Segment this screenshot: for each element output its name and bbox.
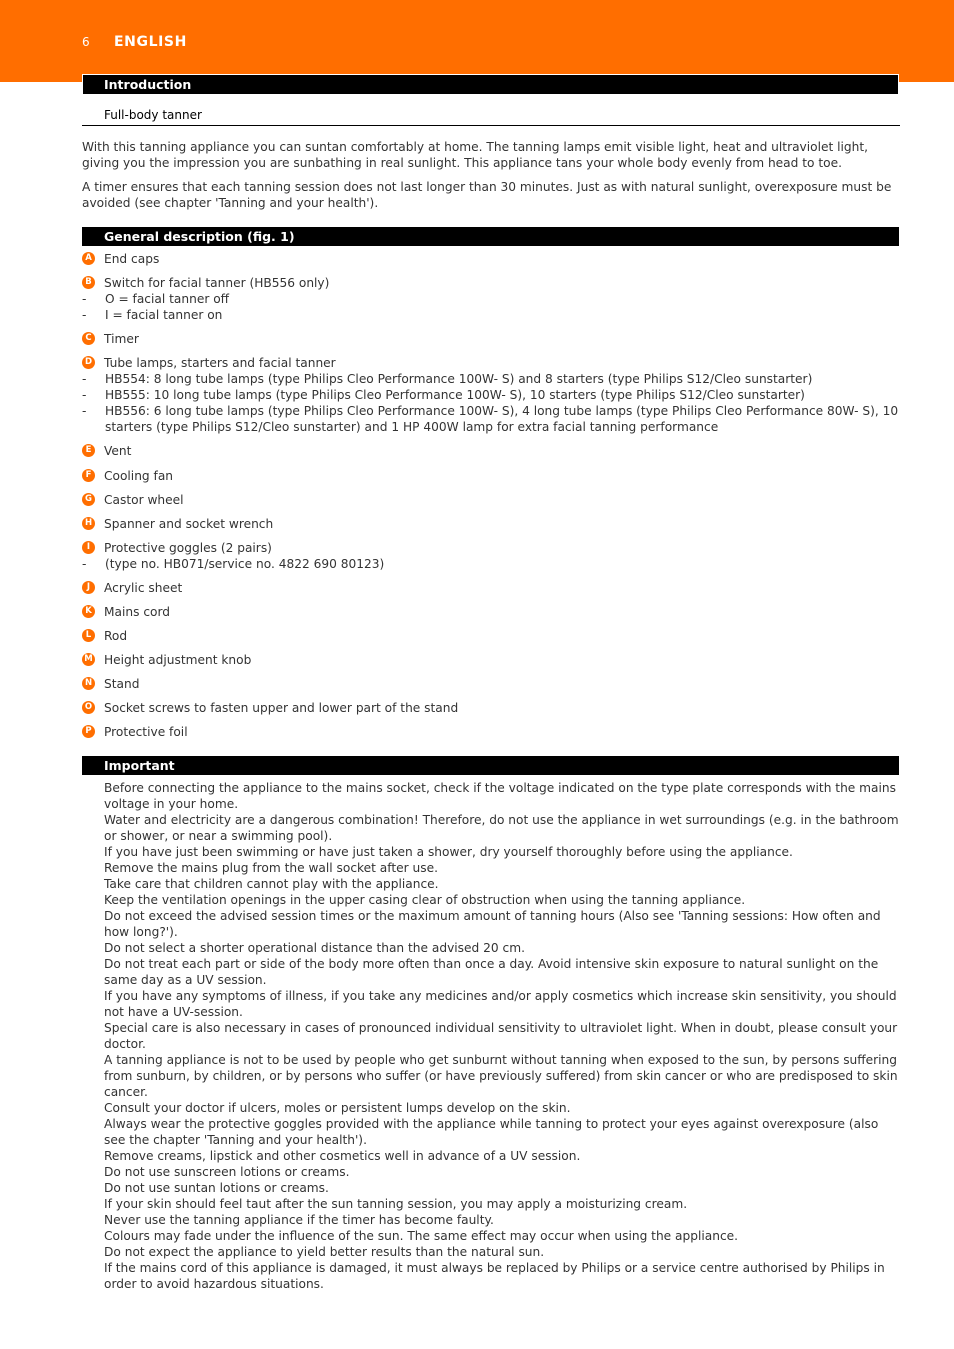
section-heading-introduction: Introduction [82, 74, 899, 95]
letter-badge-icon: L [82, 629, 95, 642]
part-label: Spanner and socket wrench [104, 517, 274, 531]
important-list: Before connecting the appliance to the m… [104, 780, 901, 1292]
intro-paragraph: A timer ensures that each tanning sessio… [82, 180, 892, 210]
parts-list-item: P Protective foil [82, 724, 900, 740]
parts-list-item: B Switch for facial tanner (HB556 only) [82, 275, 900, 291]
parts-list-item: E Vent [82, 443, 900, 459]
letter-badge-icon: O [82, 701, 95, 714]
parts-list-item: C Timer [82, 331, 900, 347]
important-item: Take care that children cannot play with… [104, 877, 439, 891]
important-item: Keep the ventilation openings in the upp… [104, 893, 746, 907]
letter-badge-icon: P [82, 725, 95, 738]
page-number: 6 [82, 35, 90, 49]
parts-list-item: H Spanner and socket wrench [82, 516, 900, 532]
important-item: Never use the tanning appliance if the t… [104, 1213, 494, 1227]
dash-bullet-icon: - [82, 308, 87, 322]
letter-badge-icon: M [82, 653, 95, 666]
part-label: Switch for facial tanner (HB556 only) [104, 276, 330, 290]
part-sub-item: - HB554: 8 long tube lamps (type Philips … [82, 371, 900, 387]
important-item: Do not select a shorter operational dist… [104, 941, 525, 955]
section-heading-general-description: General description (fig. 1) [82, 227, 899, 246]
section-heading-important: Important [82, 756, 899, 775]
parts-list-item: O Socket screws to fasten upper and lower… [82, 700, 900, 716]
part-label: Castor wheel [104, 493, 184, 507]
letter-badge-icon: E [82, 444, 95, 457]
important-item: If the mains cord of this appliance is d… [104, 1261, 885, 1291]
letter-badge-icon: B [82, 276, 95, 289]
important-item: Do not use suntan lotions or creams. [104, 1181, 329, 1195]
dash-bullet-icon: - [82, 388, 87, 402]
part-label: Protective goggles (2 pairs) [104, 541, 272, 555]
part-label: Cooling fan [104, 469, 174, 483]
important-item: Remove the mains plug from the wall sock… [104, 861, 438, 875]
part-label: Stand [104, 677, 140, 691]
part-label: Rod [104, 629, 128, 643]
letter-badge-icon: K [82, 605, 95, 618]
letter-badge-icon: H [82, 517, 95, 530]
important-item: Special care is also necessary in cases … [104, 1021, 898, 1051]
dash-bullet-icon: - [82, 372, 87, 386]
part-sub-item: - I = facial tanner on [82, 307, 900, 323]
part-label: Mains cord [104, 605, 171, 619]
part-label: Timer [104, 332, 139, 346]
parts-list-item: N Stand [82, 676, 900, 692]
part-label: Protective foil [104, 725, 188, 739]
part-label: Socket screws to fasten upper and lower … [104, 701, 459, 715]
parts-list-item: F Cooling fan [82, 468, 900, 484]
parts-list-item: G Castor wheel [82, 492, 900, 508]
dash-bullet-icon: - [82, 557, 87, 571]
language-heading: ENGLISH [114, 34, 187, 50]
part-sub-text: HB556: 6 long tube lamps (type Philips C… [105, 404, 899, 434]
important-item: Colours may fade under the influence of … [104, 1229, 739, 1243]
part-sub-text: (type no. HB071/service no. 4822 690 801… [105, 557, 385, 571]
letter-badge-icon: I [82, 541, 95, 554]
part-label: Height adjustment knob [104, 653, 252, 667]
part-label: End caps [104, 252, 160, 266]
part-sub-item: - O = facial tanner off [82, 291, 900, 307]
subheading-full-body-tanner: Full-body tanner [82, 106, 900, 126]
important-item: Remove creams, lipstick and other cosmet… [104, 1149, 581, 1163]
important-item: Before connecting the appliance to the m… [104, 781, 896, 811]
important-item: Do not expect the appliance to yield bet… [104, 1245, 545, 1259]
letter-badge-icon: J [82, 581, 95, 594]
parts-list-item: D Tube lamps, starters and facial tanner [82, 355, 900, 371]
part-sub-text: I = facial tanner on [105, 308, 223, 322]
important-item: Do not use sunscreen lotions or creams. [104, 1165, 350, 1179]
part-sub-item: - HB555: 10 long tube lamps (type Philips… [82, 387, 900, 403]
important-item: If your skin should feel taut after the … [104, 1197, 688, 1211]
part-label: Vent [104, 444, 132, 458]
important-item: Do not exceed the advised session times … [104, 909, 881, 939]
important-item: A tanning appliance is not to be used by… [104, 1053, 898, 1099]
dash-bullet-icon: - [82, 404, 87, 418]
parts-list-item: L Rod [82, 628, 900, 644]
parts-list-item: M Height adjustment knob [82, 652, 900, 668]
letter-badge-icon: G [82, 493, 95, 506]
part-sub-text: HB555: 10 long tube lamps (type Philips … [105, 388, 805, 402]
dash-bullet-icon: - [82, 292, 87, 306]
parts-list-item: J Acrylic sheet [82, 580, 900, 596]
important-item: Always wear the protective goggles provi… [104, 1117, 879, 1147]
part-sub-item: - (type no. HB071/service no. 4822 690 80… [82, 556, 900, 572]
part-label: Tube lamps, starters and facial tanner [104, 356, 336, 370]
important-item: If you have any symptoms of illness, if … [104, 989, 897, 1019]
letter-badge-icon: N [82, 677, 95, 690]
parts-list-item: I Protective goggles (2 pairs) [82, 540, 900, 556]
part-sub-text: HB554: 8 long tube lamps (type Philips C… [105, 372, 813, 386]
important-item: If you have just been swimming or have j… [104, 845, 793, 859]
important-item: Do not treat each part or side of the bo… [104, 957, 879, 987]
parts-list-item: K Mains cord [82, 604, 900, 620]
parts-list-item: A End caps [82, 251, 900, 267]
important-item: Water and electricity are a dangerous co… [104, 813, 899, 843]
part-sub-item: - HB556: 6 long tube lamps (type Philips … [82, 403, 900, 435]
letter-badge-icon: D [82, 356, 95, 369]
letter-badge-icon: A [82, 252, 95, 265]
part-sub-text: O = facial tanner off [105, 292, 230, 306]
letter-badge-icon: C [82, 332, 95, 345]
part-label: Acrylic sheet [104, 581, 183, 595]
intro-paragraph: With this tanning appliance you can sunt… [82, 140, 869, 170]
letter-badge-icon: F [82, 469, 95, 482]
important-item: Consult your doctor if ulcers, moles or … [104, 1101, 571, 1115]
